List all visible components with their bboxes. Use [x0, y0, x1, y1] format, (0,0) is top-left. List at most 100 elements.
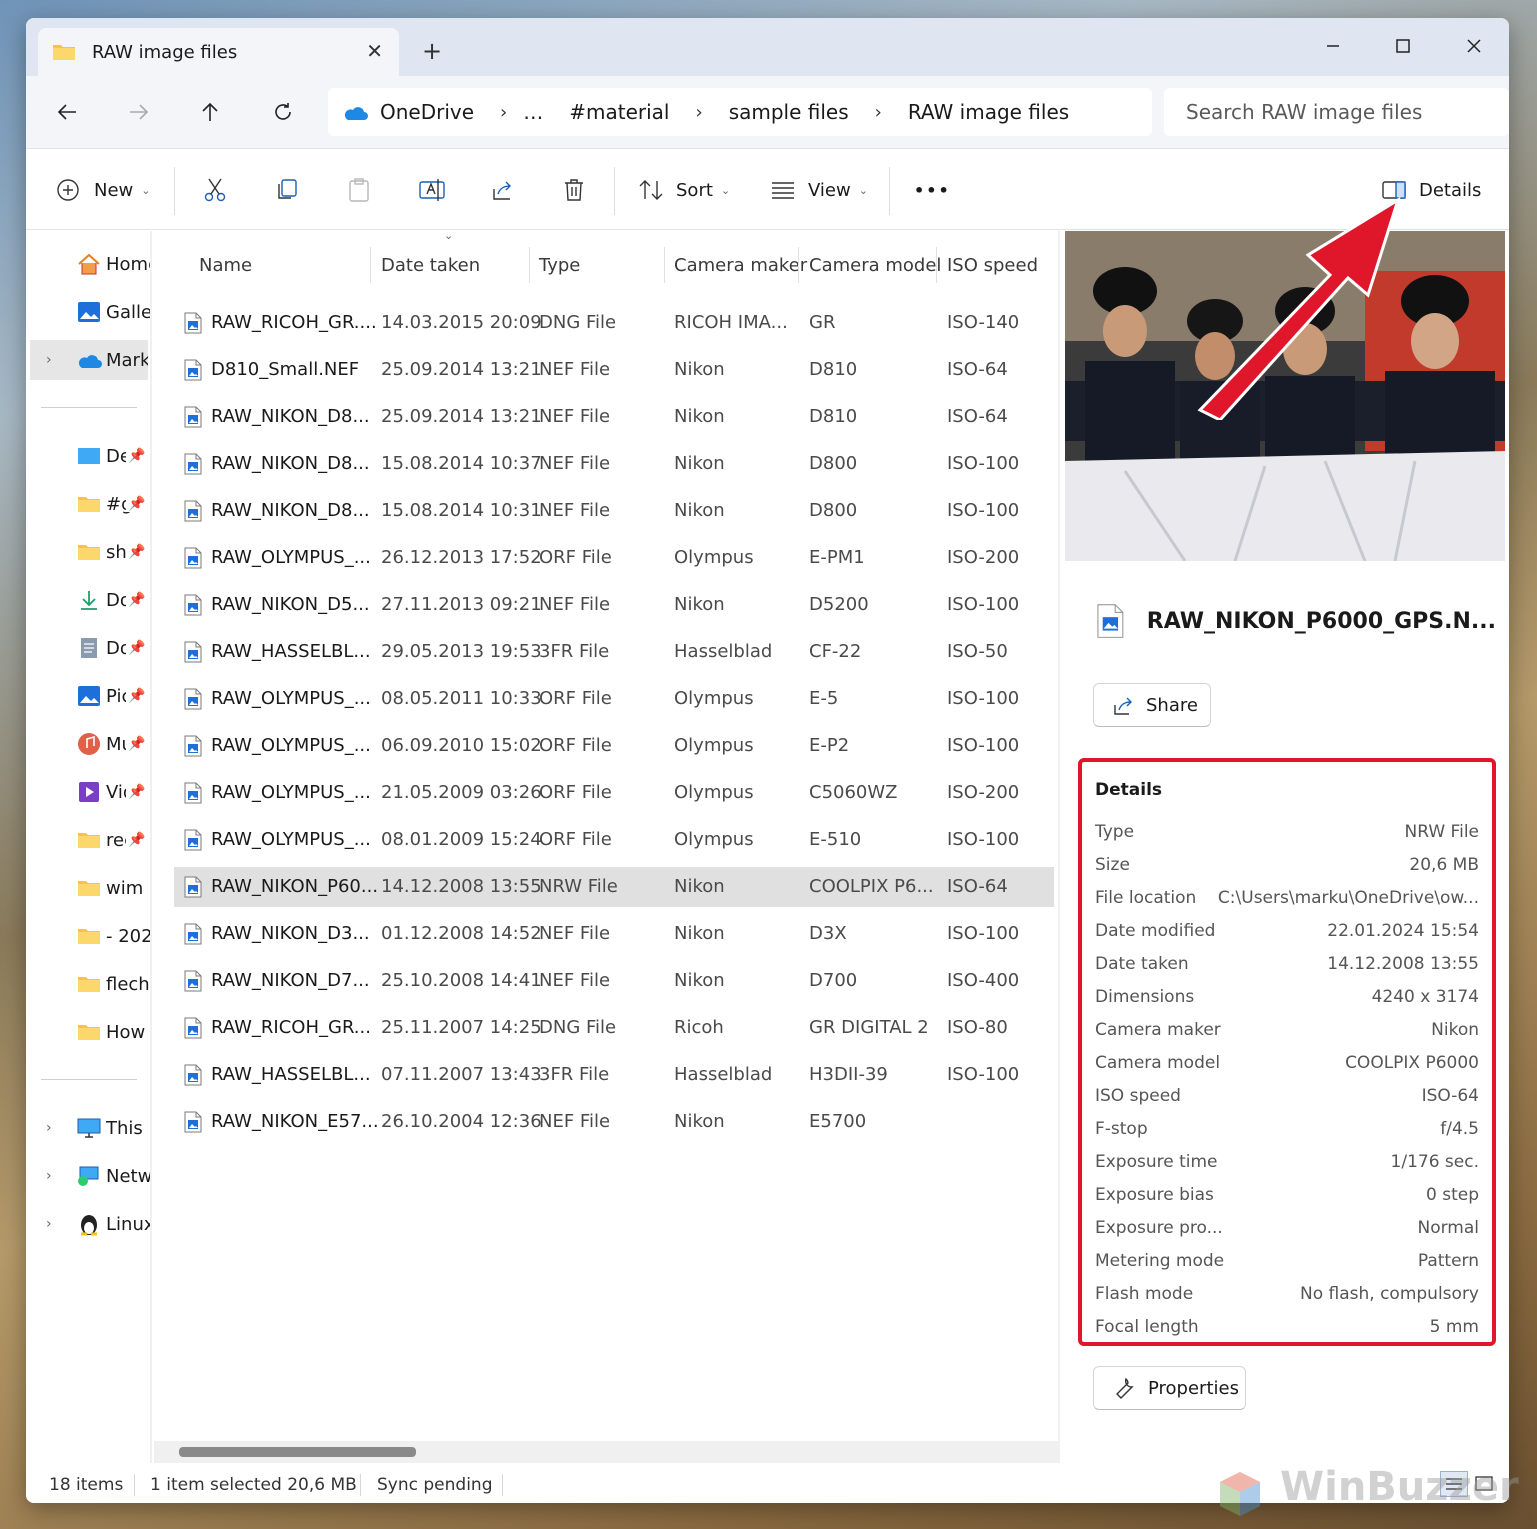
close-tab-icon[interactable]: ✕	[366, 39, 383, 63]
crumb-ellipsis[interactable]: …	[523, 100, 543, 124]
copy-button[interactable]	[274, 172, 300, 208]
column-header-iso-speed[interactable]: ISO speed	[947, 247, 1038, 283]
sidebar-item-folder-how[interactable]: How	[26, 1012, 150, 1052]
sidebar-item-folder-g[interactable]: #g 📌	[26, 484, 150, 524]
table-row[interactable]: RAW_OLYMPUS_... 06.09.2010 15:02 ORF File O…	[174, 726, 1054, 766]
paste-button[interactable]	[346, 172, 372, 208]
sidebar-item-downloads[interactable]: Do 📌	[26, 580, 150, 620]
table-row[interactable]: RAW_OLYMPUS_... 08.05.2011 10:33 ORF File O…	[174, 679, 1054, 719]
sidebar-item-folder-sh[interactable]: sh 📌	[26, 532, 150, 572]
up-button[interactable]	[192, 94, 228, 130]
new-tab-button[interactable]: +	[422, 37, 442, 65]
back-button[interactable]	[49, 94, 85, 130]
file-name-cell: RAW_NIKON_D5...	[211, 594, 370, 615]
table-row[interactable]: RAW_OLYMPUS_... 26.12.2013 17:52 ORF File O…	[174, 538, 1054, 578]
file-name-cell: RAW_NIKON_D8...	[211, 453, 370, 474]
sidebar-item-videos[interactable]: Vid 📌	[26, 772, 150, 812]
forward-button[interactable]	[121, 94, 157, 130]
sort-icon	[639, 180, 663, 200]
chevron-right-icon[interactable]: ›	[46, 1216, 52, 1232]
pictures-icon	[76, 685, 102, 707]
details-pane-button[interactable]: Details	[1381, 172, 1481, 208]
camera-model-cell: D810	[809, 406, 858, 427]
sidebar-item-this-pc[interactable]: › This PC	[26, 1108, 150, 1148]
table-row[interactable]: RAW_NIKON_D8... 25.09.2014 13:21 NEF File N…	[174, 397, 1054, 437]
chevron-right-icon[interactable]: ›	[500, 102, 507, 123]
breadcrumb[interactable]: OneDrive › … #material › sample files › …	[328, 88, 1152, 136]
crumb-raw-image-files[interactable]: RAW image files	[908, 100, 1069, 124]
table-row[interactable]: RAW_NIKON_D7... 25.10.2008 14:41 NEF File N…	[174, 961, 1054, 1001]
iso-speed-cell: ISO-64	[947, 876, 1008, 897]
sort-button[interactable]: Sort ⌄	[638, 172, 730, 208]
tab-raw-image-files[interactable]: RAW image files ✕	[38, 28, 399, 76]
new-button[interactable]: New ⌄	[56, 172, 150, 208]
table-row[interactable]: RAW_NIKON_D5... 27.11.2013 09:21 NEF File N…	[174, 585, 1054, 625]
view-label: View	[808, 179, 851, 201]
table-row[interactable]: RAW_NIKON_E57... 26.10.2004 12:36 NEF File…	[174, 1102, 1054, 1142]
rename-button[interactable]	[418, 172, 446, 208]
table-row[interactable]: RAW_NIKON_D8... 15.08.2014 10:37 NEF File N…	[174, 444, 1054, 484]
chevron-right-icon[interactable]: ›	[695, 102, 702, 123]
table-row[interactable]: RAW_NIKON_P60... 14.12.2008 13:55 NRW File…	[174, 867, 1054, 907]
scrollbar-thumb[interactable]	[179, 1447, 416, 1457]
image-file-icon	[184, 782, 202, 804]
table-row[interactable]: RAW_OLYMPUS_... 21.05.2009 03:26 ORF File O…	[174, 773, 1054, 813]
sidebar-splitter[interactable]	[150, 231, 152, 1463]
property-row: Exposure pro... Normal	[1095, 1214, 1479, 1244]
sidebar-item-documents[interactable]: Do 📌	[26, 628, 150, 668]
view-button[interactable]: View ⌄	[770, 172, 868, 208]
sidebar-item-gallery[interactable]: Gallery	[26, 292, 150, 332]
properties-button[interactable]: Properties	[1093, 1366, 1246, 1410]
sidebar-item-folder-202[interactable]: - 202	[26, 916, 150, 956]
delete-button[interactable]	[562, 172, 586, 208]
chevron-right-icon[interactable]: ›	[46, 352, 52, 368]
table-row[interactable]: RAW_RICOH_GR... 25.11.2007 14:25 DNG File R…	[174, 1008, 1054, 1048]
table-row[interactable]: RAW_RICOH_GR.... 14.03.2015 20:09 DNG File…	[174, 303, 1054, 343]
table-row[interactable]: RAW_OLYMPUS_... 08.01.2009 15:24 ORF File O…	[174, 820, 1054, 860]
column-header-name[interactable]: Name	[199, 247, 252, 283]
maximize-button[interactable]	[1381, 28, 1425, 64]
crumb-onedrive[interactable]: OneDrive	[380, 100, 474, 124]
chevron-right-icon[interactable]: ›	[875, 102, 882, 123]
table-row[interactable]: D810_Small.NEF 25.09.2014 13:21 NEF File Ni…	[174, 350, 1054, 390]
sidebar-item-desktop[interactable]: De 📌	[26, 436, 150, 476]
table-row[interactable]: RAW_NIKON_D3... 01.12.2008 14:52 NEF File N…	[174, 914, 1054, 954]
property-value: 0 step	[1426, 1185, 1479, 1205]
camera-maker-cell: Nikon	[674, 406, 725, 427]
sidebar-item-network[interactable]: › Network	[26, 1156, 150, 1196]
close-window-button[interactable]	[1452, 28, 1496, 64]
sidebar-item-onedrive[interactable]: › Marku	[30, 340, 148, 380]
refresh-button[interactable]	[265, 94, 301, 130]
horizontal-scrollbar[interactable]	[154, 1441, 1058, 1463]
chevron-right-icon[interactable]: ›	[46, 1168, 52, 1184]
column-header-type[interactable]: Type	[539, 247, 580, 283]
column-header-date-taken[interactable]: Date taken	[381, 247, 480, 283]
crumb-material[interactable]: #material	[569, 100, 669, 124]
sidebar-item-folder-flecha[interactable]: flecha	[26, 964, 150, 1004]
column-divider[interactable]	[529, 247, 530, 283]
sidebar-item-music[interactable]: Mu 📌	[26, 724, 150, 764]
column-divider[interactable]	[664, 247, 665, 283]
search-box[interactable]	[1164, 88, 1509, 136]
crumb-sample-files[interactable]: sample files	[729, 100, 849, 124]
column-divider[interactable]	[370, 247, 371, 283]
minimize-button[interactable]	[1311, 28, 1355, 64]
share-button[interactable]: Share	[1093, 683, 1211, 727]
column-header-camera-maker[interactable]: Camera maker	[674, 247, 807, 283]
sidebar-item-folder-rec[interactable]: rec 📌	[26, 820, 150, 860]
sidebar-item-pictures[interactable]: Pic 📌	[26, 676, 150, 716]
table-row[interactable]: RAW_NIKON_D8... 15.08.2014 10:31 NEF File N…	[174, 491, 1054, 531]
column-divider[interactable]	[798, 247, 799, 283]
sidebar-item-folder-wim[interactable]: wim I	[26, 868, 150, 908]
chevron-right-icon[interactable]: ›	[46, 1120, 52, 1136]
table-row[interactable]: RAW_HASSELBL... 29.05.2013 19:53 3FR File H…	[174, 632, 1054, 672]
more-options-icon[interactable]: •••	[914, 172, 951, 208]
column-header-camera-model[interactable]: Camera model	[809, 247, 941, 283]
column-divider[interactable]	[936, 247, 937, 283]
share-toolbar-button[interactable]	[490, 172, 516, 208]
table-row[interactable]: RAW_HASSELBL... 07.11.2007 13:43 3FR File H…	[174, 1055, 1054, 1095]
search-input[interactable]	[1186, 100, 1486, 124]
cut-button[interactable]	[202, 172, 228, 208]
sidebar-item-home[interactable]: Home	[26, 244, 150, 284]
sidebar-item-linux[interactable]: › Linux	[26, 1204, 150, 1244]
